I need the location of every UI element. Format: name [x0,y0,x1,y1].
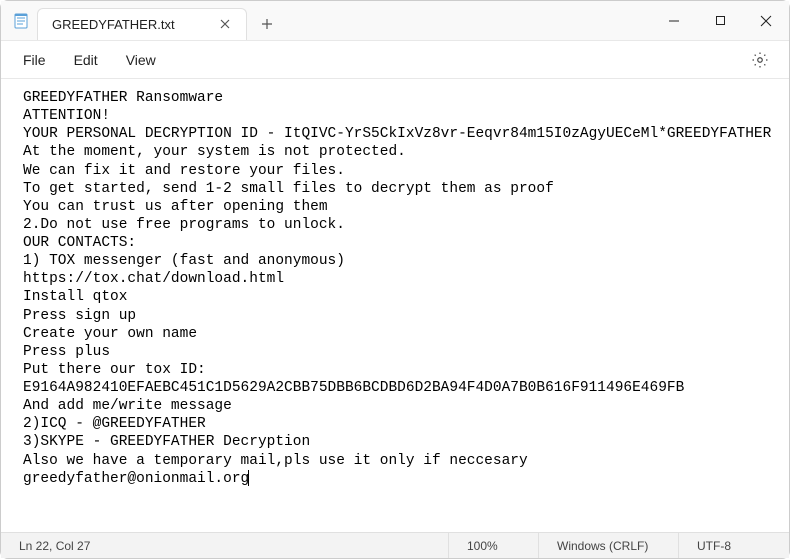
editor-line: At the moment, your system is not protec… [23,143,767,161]
minimize-button[interactable] [651,1,697,41]
editor-line: And add me/write message [23,397,767,415]
editor-line: E9164A982410EFAEBC451C1D5629A2CBB75DBB6B… [23,379,767,397]
editor-line: We can fix it and restore your files. [23,162,767,180]
editor-line: You can trust us after opening them [23,198,767,216]
statusbar: Ln 22, Col 27 100% Windows (CRLF) UTF-8 [1,532,789,558]
new-tab-button[interactable] [251,8,283,40]
close-tab-button[interactable] [214,13,236,35]
editor-line: Create your own name [23,325,767,343]
tab-title: GREEDYFATHER.txt [52,17,214,32]
menu-view[interactable]: View [112,48,170,72]
editor-line: 2)ICQ - @GREEDYFATHER [23,415,767,433]
editor-line: Press plus [23,343,767,361]
maximize-button[interactable] [697,1,743,41]
settings-button[interactable] [745,45,775,75]
status-line-ending[interactable]: Windows (CRLF) [539,533,679,558]
text-editor[interactable]: GREEDYFATHER RansomwareATTENTION!YOUR PE… [1,79,789,532]
editor-line: Also we have a temporary mail,pls use it… [23,452,767,470]
editor-line: YOUR PERSONAL DECRYPTION ID - ItQIVC-YrS… [23,125,767,143]
editor-line: https://tox.chat/download.html [23,270,767,288]
status-zoom[interactable]: 100% [449,533,539,558]
editor-line: GREEDYFATHER Ransomware [23,89,767,107]
status-encoding[interactable]: UTF-8 [679,533,789,558]
editor-line: 2.Do not use free programs to unlock. [23,216,767,234]
document-tab[interactable]: GREEDYFATHER.txt [37,8,247,40]
editor-line: Put there our tox ID: [23,361,767,379]
status-position: Ln 22, Col 27 [1,533,449,558]
editor-line: OUR CONTACTS: [23,234,767,252]
editor-line: greedyfather@onionmail.org [23,470,767,488]
editor-line: ATTENTION! [23,107,767,125]
menubar: File Edit View [1,41,789,79]
close-window-button[interactable] [743,1,789,41]
editor-line: To get started, send 1-2 small files to … [23,180,767,198]
menu-edit[interactable]: Edit [60,48,112,72]
menu-file[interactable]: File [9,48,60,72]
editor-line: 3)SKYPE - GREEDYFATHER Decryption [23,433,767,451]
editor-line: Press sign up [23,307,767,325]
notepad-icon [13,13,29,29]
window-controls [651,1,789,41]
editor-line: 1) TOX messenger (fast and anonymous) [23,252,767,270]
text-cursor [248,470,249,486]
titlebar: GREEDYFATHER.txt [1,1,789,41]
editor-line: Install qtox [23,288,767,306]
